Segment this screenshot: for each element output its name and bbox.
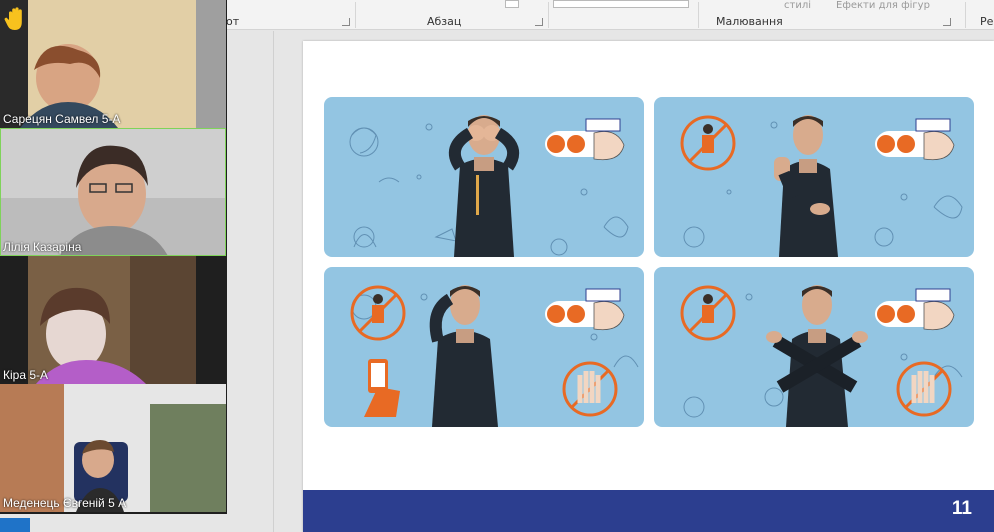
participant-name: Сарецян Самвел 5-А — [3, 112, 121, 126]
editing-group-label: Ре — [980, 15, 994, 28]
screen: от Абзац стилі Ефекти для фігур Малюванн… — [0, 0, 994, 532]
shapes-gallery[interactable] — [553, 0, 689, 8]
panel-stop-gesture — [654, 97, 974, 257]
font-dialog-launcher[interactable] — [342, 18, 350, 26]
panel-4-illustration — [680, 285, 963, 427]
slide-pane-gutter — [226, 31, 274, 532]
taskbar-app-icon[interactable] — [0, 518, 30, 532]
shape-effects-button[interactable]: Ефекти для фігур — [836, 0, 930, 11]
participant-tile[interactable]: Сарецян Самвел 5-А — [0, 0, 226, 128]
paragraph-option-box[interactable] — [505, 0, 519, 8]
slide-page-number: 11 — [951, 498, 972, 519]
participant-video — [0, 256, 226, 384]
panel-call-gesture — [324, 267, 644, 427]
panel-crossed-arms — [654, 267, 974, 427]
panel-1-illustration — [349, 115, 629, 257]
panel-look-binoculars — [324, 97, 644, 257]
participant-video — [0, 128, 226, 256]
participant-tile-active-speaker[interactable]: Лілія Казаріна — [0, 128, 226, 256]
participant-tile[interactable]: Меденець Євгеній 5 А — [0, 384, 226, 512]
paragraph-group-label: Абзац — [427, 15, 462, 28]
participant-video — [0, 384, 226, 512]
font-group-label: от — [226, 15, 240, 28]
participant-name: Меденець Євгеній 5 А — [3, 496, 127, 510]
participant-name: Кіра 5-А — [3, 368, 49, 382]
drawing-dialog-launcher[interactable] — [943, 18, 951, 26]
slide-canvas[interactable]: 11 — [303, 41, 994, 532]
video-gallery: Сарецян Самвел 5-А Лілія Казаріна Кіра 5… — [0, 0, 227, 514]
slide-footer-bar: 11 — [303, 490, 994, 532]
participant-video — [0, 0, 226, 128]
participant-tile[interactable]: Кіра 5-А — [0, 256, 226, 384]
panel-2-illustration — [680, 115, 963, 257]
participant-name: Лілія Казаріна — [3, 240, 82, 254]
raised-hand-icon — [4, 7, 22, 31]
quick-styles-button[interactable]: стилі — [784, 0, 811, 11]
paragraph-dialog-launcher[interactable] — [535, 18, 543, 26]
panel-3-illustration — [350, 285, 639, 427]
drawing-group-label: Малювання — [716, 15, 783, 28]
